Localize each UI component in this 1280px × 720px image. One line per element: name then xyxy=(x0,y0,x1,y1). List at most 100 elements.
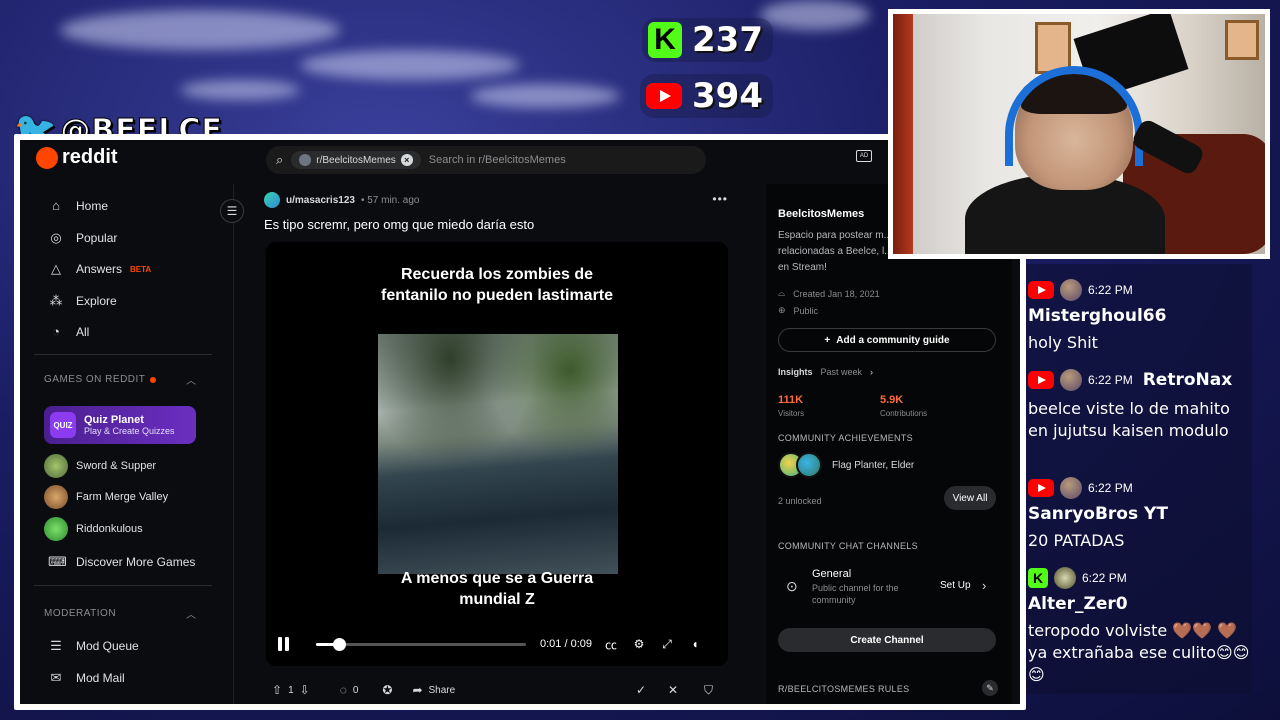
sidebar-item-mod-mail[interactable]: ✉ Mod Mail xyxy=(48,670,125,686)
reddit-wordmark: reddit xyxy=(62,146,118,168)
settings-gear-icon[interactable]: ⚙ xyxy=(630,637,648,651)
upvote-icon[interactable]: ⇧ xyxy=(272,683,282,697)
search-input[interactable]: Search in r/BeelcitosMemes xyxy=(429,154,566,166)
approve-icon[interactable]: ✓ xyxy=(636,683,646,697)
games-section-label: GAMES ON REDDIT xyxy=(44,374,146,385)
downvote-icon[interactable]: ⇩ xyxy=(300,683,310,697)
fullscreen-icon[interactable]: ⤢ xyxy=(658,637,676,652)
comments-button[interactable]: ◌ 0 xyxy=(332,679,367,701)
subreddit-avatar-icon xyxy=(299,154,312,166)
channel-general[interactable]: ⊙ General Public channel for the communi… xyxy=(778,568,996,608)
view-all-button[interactable]: View All xyxy=(944,486,996,510)
gamepad-icon: ⌨ xyxy=(48,554,67,569)
channel-description: Public channel for the community xyxy=(812,583,899,605)
comment-icon: ◌ xyxy=(339,683,347,697)
youtube-icon xyxy=(1028,371,1054,389)
game-label: Sword & Supper xyxy=(76,460,157,472)
remove-chip-icon[interactable]: × xyxy=(400,154,413,166)
add-community-guide-button[interactable]: + Add a community guide xyxy=(778,328,996,352)
reddit-window: reddit ⌕ r/BeelcitosMemes × Search in r/… xyxy=(14,134,1026,710)
community-sidebar: BeelcitosMemes Espacio para postear m...… xyxy=(766,184,1012,704)
video-player[interactable]: Recuerda los zombies de fentanilo no pue… xyxy=(266,242,728,666)
share-button[interactable]: ➦ Share xyxy=(404,679,463,701)
beta-badge: BETA xyxy=(130,264,152,274)
chat-username: SanryoBros YT xyxy=(1028,504,1168,524)
farm-merge-valley-icon xyxy=(44,485,68,509)
sword-supper-icon xyxy=(44,454,68,478)
search-icon: ⌕ xyxy=(276,152,284,167)
search-bar[interactable]: ⌕ r/BeelcitosMemes × Search in r/Beelcit… xyxy=(266,146,706,174)
achievements-title: COMMUNITY ACHIEVEMENTS xyxy=(778,433,913,443)
shield-icon[interactable]: ⛉ xyxy=(704,683,713,698)
video-scrubber[interactable] xyxy=(316,637,526,651)
home-icon: ⌂ xyxy=(52,198,60,213)
reddit-logo[interactable]: reddit xyxy=(36,146,118,169)
more-options-icon[interactable]: ••• xyxy=(712,192,728,206)
video-time: 0:01 / 0:09 xyxy=(540,638,592,650)
unlocked-count: 2 unlocked xyxy=(778,496,822,506)
youtube-icon xyxy=(1028,479,1054,497)
captions-icon[interactable]: ㏄ xyxy=(602,636,620,653)
answers-icon: △ xyxy=(51,261,61,276)
advertise-icon[interactable]: AD xyxy=(856,150,872,162)
pause-icon[interactable] xyxy=(278,637,292,651)
featured-game-title: Quiz Planet xyxy=(84,414,144,426)
chat-message: 6:22 PM Misterghoul66 holy Shit xyxy=(1028,279,1250,354)
comment-count: 0 xyxy=(352,684,359,696)
webcam-overlay xyxy=(888,9,1270,259)
game-item-riddonkulous[interactable]: Riddonkulous xyxy=(44,517,143,541)
contributions-label: Contributions xyxy=(880,409,928,418)
subreddit-filter-chip[interactable]: r/BeelcitosMemes × xyxy=(291,151,421,169)
author-avatar[interactable] xyxy=(264,192,280,208)
sidebar-item-mod-queue[interactable]: ☰ Mod Queue xyxy=(48,638,139,654)
collapse-sidebar-button[interactable]: ☰ xyxy=(220,199,244,223)
edit-pencil-icon[interactable]: ✎ xyxy=(982,680,998,696)
create-channel-button[interactable]: Create Channel xyxy=(778,628,996,652)
kick-icon: K xyxy=(1028,568,1048,588)
reddit-app: reddit ⌕ r/BeelcitosMemes × Search in r/… xyxy=(20,140,1020,704)
games-section-title[interactable]: GAMES ON REDDIT xyxy=(44,374,157,385)
chevron-up-icon[interactable]: ︿ xyxy=(186,606,196,621)
game-item-sword-supper[interactable]: Sword & Supper xyxy=(44,454,156,478)
sidebar-item-label: Popular xyxy=(76,231,118,245)
insights-header[interactable]: Insights Past week › xyxy=(778,367,873,377)
chat-username: Alter_Zer0 xyxy=(1028,594,1128,614)
award-button[interactable]: ✪ xyxy=(374,679,400,701)
community-name[interactable]: BeelcitosMemes xyxy=(778,208,864,220)
award-icon: ✪ xyxy=(382,683,393,697)
webcam-background-door xyxy=(893,14,913,254)
community-created: ⌓ Created Jan 18, 2021 xyxy=(778,288,880,299)
achievements-row[interactable]: Flag Planter, Elder xyxy=(778,452,914,478)
volume-icon[interactable]: ◖ xyxy=(686,637,704,651)
moderation-section-title[interactable]: MODERATION xyxy=(44,608,116,619)
cake-icon: ⌓ xyxy=(778,288,786,298)
discover-more-games[interactable]: ⌨ Discover More Games xyxy=(48,554,195,570)
remove-icon[interactable]: ✕ xyxy=(668,683,678,697)
youtube-icon xyxy=(1028,281,1054,299)
unlocked-label: 2 unlocked xyxy=(778,496,822,506)
game-item-farm-merge-valley[interactable]: Farm Merge Valley xyxy=(44,485,168,509)
sidebar-item-all[interactable]: ◔ All xyxy=(48,324,89,339)
avatar xyxy=(1060,477,1082,499)
chat-time: 6:22 PM xyxy=(1082,571,1127,585)
post-time: • 57 min. ago xyxy=(360,194,420,206)
featured-game-quiz-planet[interactable]: QUIZ Quiz Planet Play & Create Quizzes xyxy=(44,406,196,444)
chat-time: 6:22 PM xyxy=(1088,283,1133,297)
sidebar-item-home[interactable]: ⌂ Home xyxy=(48,198,108,213)
youtube-viewer-counter: 394 xyxy=(640,74,773,118)
vote-count: 1 xyxy=(288,684,294,696)
sidebar-item-answers[interactable]: △ Answers BETA xyxy=(48,261,151,277)
kick-logo-icon: K xyxy=(648,22,682,58)
chevron-up-icon[interactable]: ︿ xyxy=(186,372,196,387)
post-title[interactable]: Es tipo scremr, pero omg que miedo daría… xyxy=(264,217,534,232)
sidebar-item-popular[interactable]: ◎ Popular xyxy=(48,230,117,246)
setup-button[interactable]: Set Up xyxy=(940,580,971,591)
visitors-count: 111K xyxy=(778,394,804,406)
cloud-decoration xyxy=(760,0,870,30)
video-controls: 0:01 / 0:09 ㏄ ⚙ ⤢ ◖ xyxy=(278,634,718,654)
moderation-section-label: MODERATION xyxy=(44,608,117,619)
video-scrubber-handle[interactable] xyxy=(333,637,347,651)
sidebar-item-explore[interactable]: ⁂ Explore xyxy=(48,293,117,309)
plus-icon: + xyxy=(824,334,831,346)
post-author[interactable]: u/masacris123 xyxy=(286,195,355,206)
